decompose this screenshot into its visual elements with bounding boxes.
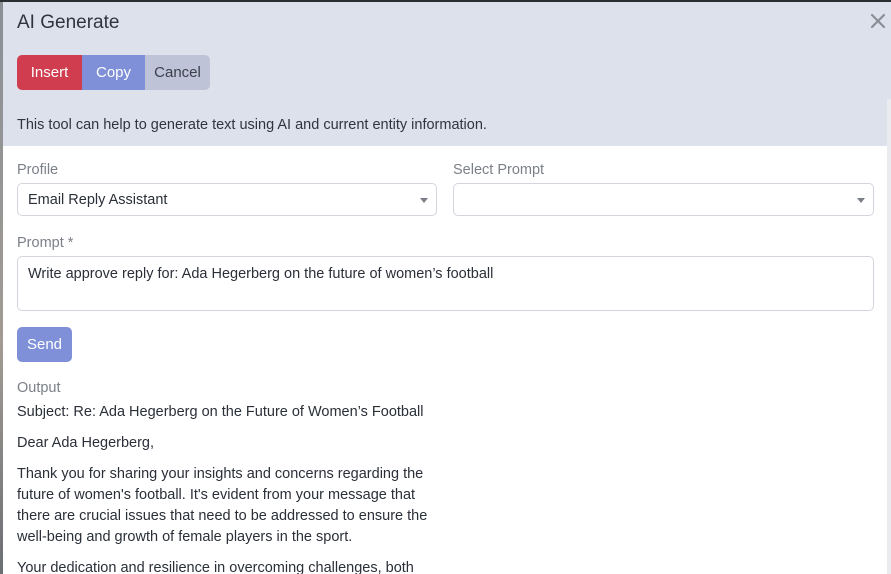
scrollbar[interactable] — [887, 99, 891, 574]
ai-generate-dialog: AI Generate Insert Copy Cancel This tool… — [3, 2, 891, 574]
cancel-button[interactable]: Cancel — [145, 55, 210, 90]
send-button[interactable]: Send — [17, 327, 72, 362]
output-paragraph: Thank you for sharing your insights and … — [17, 466, 428, 545]
output-paragraph: Your dedication and resilience in overco… — [17, 560, 414, 574]
close-icon[interactable] — [867, 10, 889, 32]
profile-select-value: Email Reply Assistant — [28, 192, 168, 208]
info-text: This tool can help to generate text usin… — [17, 117, 487, 133]
dialog-title: AI Generate — [17, 12, 120, 33]
prompt-input-value: Write approve reply for: Ada Hegerberg o… — [28, 266, 494, 282]
select-prompt-select[interactable] — [453, 183, 874, 216]
profile-select[interactable]: Email Reply Assistant — [17, 183, 437, 216]
output-paragraph: Subject: Re: Ada Hegerberg on the Future… — [17, 404, 424, 420]
insert-button[interactable]: Insert — [17, 55, 82, 90]
profile-label: Profile — [17, 162, 59, 178]
output-text: Subject: Re: Ada Hegerberg on the Future… — [17, 402, 437, 574]
chevron-down-icon — [420, 198, 428, 203]
chevron-down-icon — [857, 198, 865, 203]
action-button-group: Insert Copy Cancel — [17, 55, 210, 90]
copy-button[interactable]: Copy — [82, 55, 145, 90]
prompt-input[interactable]: Write approve reply for: Ada Hegerberg o… — [17, 256, 874, 311]
output-label: Output — [17, 380, 61, 396]
prompt-label: Prompt * — [17, 235, 74, 251]
select-prompt-label: Select Prompt — [453, 162, 545, 178]
dialog-header: AI Generate Insert Copy Cancel This tool… — [3, 2, 891, 146]
output-paragraph: Dear Ada Hegerberg, — [17, 435, 155, 451]
